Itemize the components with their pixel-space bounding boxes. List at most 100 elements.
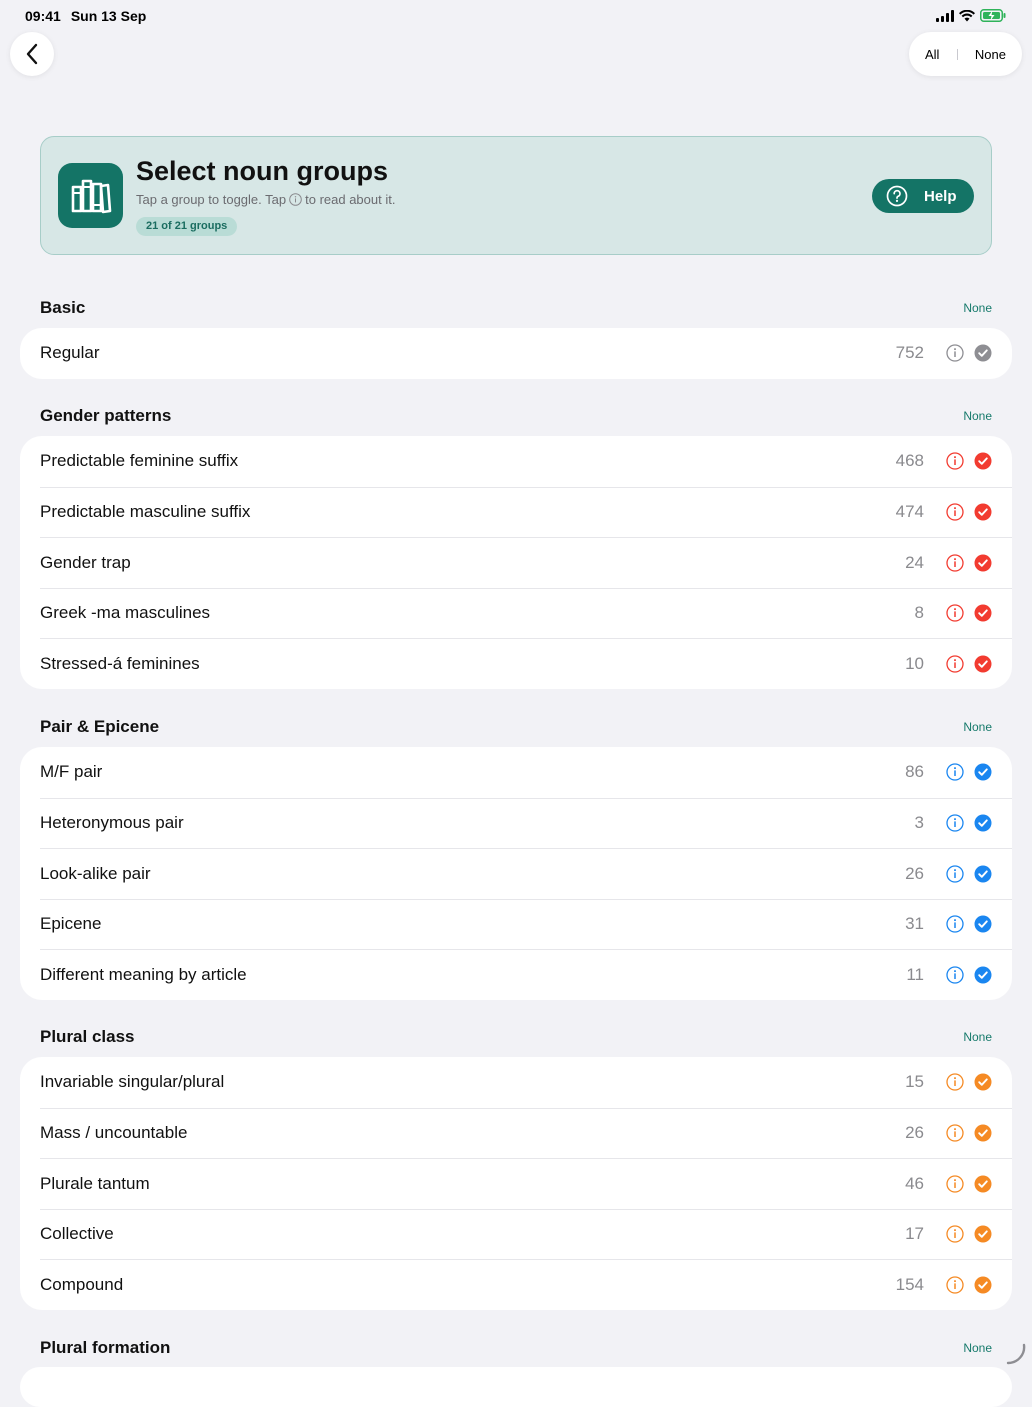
group-name: Compound [40, 1275, 864, 1295]
header-card: Select noun groups Tap a group to toggle… [40, 136, 992, 255]
checkmark-circle-icon[interactable] [974, 1276, 992, 1294]
group-row[interactable]: Plurale tantum46 [40, 1158, 1012, 1209]
select-all-button[interactable]: All [925, 47, 939, 62]
group-list-card: M/F pair86Heteronymous pair3Look-alike p… [20, 747, 1012, 1000]
checkmark-circle-icon[interactable] [974, 344, 992, 362]
checkmark-circle-icon[interactable] [974, 554, 992, 572]
section-select-none-button[interactable]: None [963, 1341, 992, 1355]
info-icon[interactable] [946, 865, 964, 883]
group-row[interactable]: Heteronymous pair3 [40, 798, 1012, 849]
group-count: 26 [864, 864, 924, 884]
info-icon[interactable] [946, 1073, 964, 1091]
group-row[interactable]: Collective17 [40, 1209, 1012, 1260]
page-subtitle: Tap a group to toggle. Tap to read about… [136, 192, 395, 207]
page-title: Select noun groups [136, 156, 388, 187]
info-icon[interactable] [946, 655, 964, 673]
group-count: 26 [864, 1123, 924, 1143]
checkmark-circle-icon[interactable] [974, 1175, 992, 1193]
section-select-none-button[interactable]: None [963, 301, 992, 315]
group-count: 154 [864, 1275, 924, 1295]
group-list-card: Regular752 [20, 328, 1012, 379]
info-icon[interactable] [946, 452, 964, 470]
back-button[interactable] [10, 32, 54, 76]
group-name: Epicene [40, 914, 864, 934]
group-count: 17 [864, 1224, 924, 1244]
group-row[interactable]: Mass / uncountable26 [40, 1108, 1012, 1159]
info-icon[interactable] [946, 1276, 964, 1294]
group-row[interactable]: Compound154 [40, 1259, 1012, 1310]
group-count: 24 [864, 553, 924, 573]
select-none-button[interactable]: None [975, 47, 1006, 62]
section-select-none-button[interactable]: None [963, 409, 992, 423]
question-circle-icon [886, 185, 908, 207]
info-icon[interactable] [946, 344, 964, 362]
group-name: Regular [40, 343, 864, 363]
checkmark-circle-icon[interactable] [974, 1225, 992, 1243]
section-select-none-button[interactable]: None [963, 720, 992, 734]
checkmark-circle-icon[interactable] [974, 1124, 992, 1142]
group-list-card: Predictable feminine suffix468Predictabl… [20, 436, 1012, 689]
checkmark-circle-icon[interactable] [974, 763, 992, 781]
info-icon[interactable] [946, 554, 964, 572]
group-name: Mass / uncountable [40, 1123, 864, 1143]
group-row[interactable]: Predictable masculine suffix474 [40, 487, 1012, 538]
selected-count-badge: 21 of 21 groups [136, 217, 237, 236]
info-icon[interactable] [946, 1124, 964, 1142]
subtitle-text-end: to read about it. [305, 192, 395, 207]
books-icon [58, 163, 123, 228]
info-icon [289, 193, 302, 206]
group-row[interactable]: Greek -ma masculines8 [40, 588, 1012, 639]
info-icon[interactable] [946, 1175, 964, 1193]
checkmark-circle-icon[interactable] [974, 1073, 992, 1091]
group-row[interactable]: Epicene31 [40, 899, 1012, 950]
checkmark-circle-icon[interactable] [974, 915, 992, 933]
group-name: Plurale tantum [40, 1174, 864, 1194]
group-name: Predictable feminine suffix [40, 451, 864, 471]
checkmark-circle-icon[interactable] [974, 865, 992, 883]
checkmark-circle-icon[interactable] [974, 452, 992, 470]
info-icon[interactable] [946, 763, 964, 781]
group-count: 3 [864, 813, 924, 833]
group-row[interactable]: Look-alike pair26 [40, 848, 1012, 899]
section-header: Gender patterns None [40, 401, 992, 431]
group-count: 10 [864, 654, 924, 674]
checkmark-circle-icon[interactable] [974, 655, 992, 673]
section-title: Plural formation [40, 1338, 170, 1358]
segment-divider [957, 49, 958, 60]
group-count: 468 [864, 451, 924, 471]
group-row[interactable]: M/F pair86 [40, 747, 1012, 798]
checkmark-circle-icon[interactable] [974, 966, 992, 984]
info-icon[interactable] [946, 1225, 964, 1243]
group-list-card: Invariable singular/plural15Mass / uncou… [20, 1057, 1012, 1310]
info-icon[interactable] [946, 604, 964, 622]
group-name: Different meaning by article [40, 965, 864, 985]
group-row[interactable]: Different meaning by article11 [40, 949, 1012, 1000]
info-icon[interactable] [946, 814, 964, 832]
info-icon[interactable] [946, 966, 964, 984]
group-row[interactable]: Invariable singular/plural15 [40, 1057, 1012, 1108]
group-count: 31 [864, 914, 924, 934]
checkmark-circle-icon[interactable] [974, 814, 992, 832]
subtitle-text-start: Tap a group to toggle. Tap [136, 192, 286, 207]
section-header: Pair & EpiceneNone [40, 712, 992, 742]
info-icon[interactable] [946, 503, 964, 521]
group-count: 86 [864, 762, 924, 782]
section-title: Gender patterns [40, 406, 171, 426]
checkmark-circle-icon[interactable] [974, 604, 992, 622]
group-name: Stressed-á feminines [40, 654, 864, 674]
group-count: 15 [864, 1072, 924, 1092]
group-row[interactable]: Gender trap24 [40, 537, 1012, 588]
group-row[interactable]: Stressed-á feminines10 [40, 638, 1012, 689]
section-title: Basic [40, 298, 85, 318]
help-button[interactable]: Help [872, 179, 974, 213]
status-date: Sun 13 Sep [71, 8, 146, 24]
group-list-card [20, 1367, 1012, 1407]
section-select-none-button[interactable]: None [963, 1030, 992, 1044]
wifi-icon [959, 9, 975, 25]
group-row[interactable]: Regular752 [40, 328, 1012, 379]
checkmark-circle-icon[interactable] [974, 503, 992, 521]
group-row[interactable]: Predictable feminine suffix468 [40, 436, 1012, 487]
info-icon[interactable] [946, 915, 964, 933]
group-count: 8 [864, 603, 924, 623]
group-count: 46 [864, 1174, 924, 1194]
